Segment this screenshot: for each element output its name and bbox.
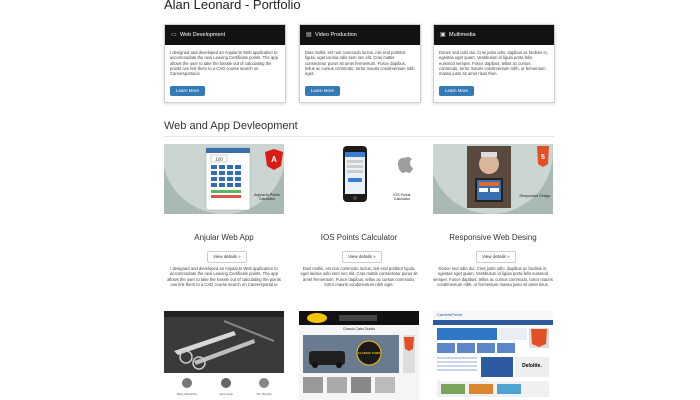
divider	[164, 136, 554, 137]
sponsor-logo-text: Deloitte.	[522, 363, 542, 369]
panel-text: I designed and developed an AnjularJs We…	[170, 50, 278, 77]
panel-video-production: ▤ Video Production Duis mollis, est non …	[299, 24, 421, 103]
panel-header: ▣ Multimedia	[434, 25, 554, 45]
project-screenshot-cabs[interactable]: Classic Cabs Dublin CLASSIC CABS	[299, 311, 419, 400]
panel-text: Duis mollis, est non commodo luctus, nis…	[305, 50, 415, 77]
project-thumbnail-ios[interactable]: IOS Points Calculator	[299, 144, 419, 214]
view-details-button[interactable]: View details »	[476, 251, 516, 263]
responsive-mockup: 5	[433, 144, 553, 214]
team-member-name: Tim Murphy	[256, 392, 272, 396]
thumbnail-caption: Responsive Design	[519, 194, 551, 198]
svg-text:5: 5	[541, 154, 545, 161]
panel-header: ▭ Web Development	[165, 25, 285, 45]
panel-multimedia: ▣ Multimedia Donec sed odio dui. Cras ju…	[433, 24, 555, 103]
learn-more-button[interactable]: Learn More	[305, 86, 341, 96]
panel-header: ▤ Video Production	[300, 25, 420, 45]
view-details-button[interactable]: View details »	[207, 251, 247, 263]
thumbnail-caption: AnjularJs Points Calculator	[254, 193, 280, 202]
film-icon: ▤	[306, 32, 312, 38]
panel-heading: Web Development	[180, 32, 226, 38]
project-screenshot-salon[interactable]: Mary McCarthy Jane Kelly Tim Murphy	[164, 311, 284, 400]
banner-text: Classic Cabs Dublin	[342, 327, 376, 331]
panel-heading: Video Production	[315, 32, 357, 38]
project-description: Donec sed odio dui. Cras justo odio, dap…	[433, 266, 553, 287]
project-thumbnail-responsive[interactable]: 5 Responsive Design	[433, 144, 553, 214]
svg-text:A: A	[271, 155, 277, 164]
portfolio-page: Alan Leonard - Portfolio ▭ Web Developme…	[164, 0, 555, 400]
apple-logo-icon	[398, 157, 413, 173]
learn-more-button[interactable]: Learn More	[170, 86, 206, 96]
angular-app-mockup: 120 A	[164, 144, 284, 214]
panel-text: Donec sed odio dui. Cras justo odio, dap…	[439, 50, 548, 77]
salon-site-mockup	[164, 311, 284, 400]
project-screenshot-careers[interactable]: CareersPortal Deloitte.	[433, 311, 553, 400]
project-title: Anjular Web App	[194, 233, 254, 242]
iphone-mockup	[343, 146, 413, 202]
picture-icon: ▣	[440, 32, 446, 38]
logo-text: CLASSIC CABS	[357, 351, 381, 355]
learn-more-button[interactable]: Learn More	[439, 86, 475, 96]
team-member-name: Mary McCarthy	[176, 392, 198, 396]
cabs-site-mockup	[299, 311, 419, 400]
panel-heading: Multimedia	[449, 32, 476, 38]
project-title: IOS Points Calculator	[320, 233, 398, 242]
view-details-button[interactable]: View details »	[342, 251, 382, 263]
site-banner: CareersPortal	[437, 312, 462, 317]
panel-web-development: ▭ Web Development I designed and develop…	[164, 24, 286, 103]
project-description: Duis mollis, est non commodo luctus, nis…	[300, 266, 418, 287]
section-title: Web and App Devleopment	[164, 120, 298, 132]
desktop-icon: ▭	[171, 32, 177, 38]
svg-text:120: 120	[215, 157, 223, 162]
page-title: Alan Leonard - Portfolio	[164, 0, 301, 12]
thumbnail-caption: IOS Points Calculator	[393, 193, 411, 202]
project-thumbnail-angular[interactable]: 120 A AnjularJs Points Calculator	[164, 144, 284, 214]
team-member-name: Jane Kelly	[219, 392, 233, 396]
project-description: I designed and developed an AnjularJs We…	[167, 266, 281, 287]
project-title: Responsive Web Desing	[449, 233, 537, 242]
careers-site-mockup	[433, 311, 553, 400]
